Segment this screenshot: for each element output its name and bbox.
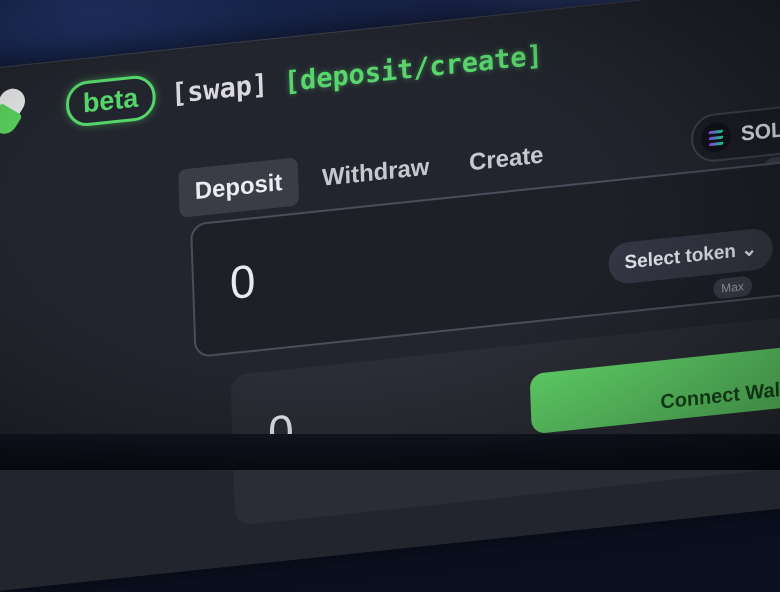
token-symbol: SOL — [740, 118, 780, 146]
pill-logo-icon — [0, 82, 40, 139]
connect-wallet-button[interactable]: Connect Wallet — [529, 330, 780, 435]
app-window: beta [swap] [deposit/create] Deposit Wit… — [0, 0, 780, 592]
tab-deposit[interactable]: Deposit — [178, 157, 300, 218]
laptop-bezel — [0, 434, 780, 470]
chevron-down-icon: ⌄ — [740, 238, 758, 262]
tab-create[interactable]: Create — [452, 130, 560, 189]
max-button-1[interactable]: Max — [712, 275, 753, 300]
connect-wallet-label: Connect Wallet — [659, 376, 780, 414]
select-token-button[interactable]: Select token ⌄ — [607, 227, 774, 286]
beta-badge: beta — [65, 73, 156, 129]
tab-withdraw[interactable]: Withdraw — [305, 142, 446, 205]
token-selector-sol[interactable]: SOL ⌄ — [690, 100, 780, 165]
solana-icon — [700, 120, 732, 154]
nav-swap-link[interactable]: [swap] — [170, 69, 268, 110]
amount-input-1[interactable]: 0 — [229, 253, 256, 310]
nav-deposit-create-link[interactable]: [deposit/create] — [283, 40, 543, 98]
select-token-label: Select token — [624, 240, 737, 274]
